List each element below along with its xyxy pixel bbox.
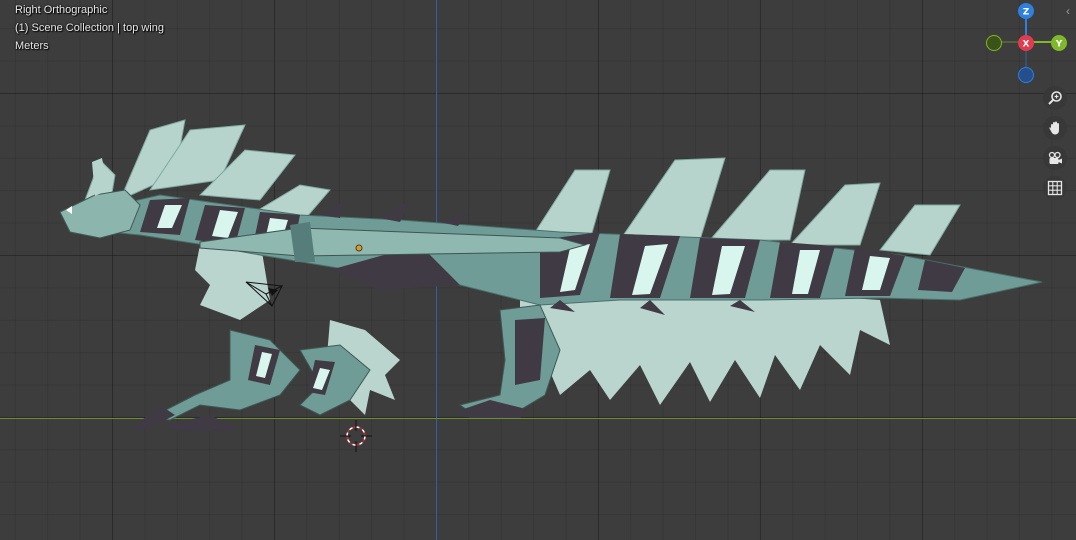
camera-object[interactable]	[242, 276, 286, 310]
gizmo-z-label: Z	[1023, 8, 1030, 18]
dragon-model[interactable]	[0, 0, 1076, 540]
collection-label: (1) Scene Collection | top wing	[15, 22, 164, 34]
gizmo-x-label: X	[1023, 40, 1030, 50]
pan-button[interactable]	[1043, 116, 1067, 140]
zoom-button[interactable]	[1043, 86, 1067, 110]
grid-icon	[1047, 180, 1063, 196]
grid-view-button[interactable]	[1043, 176, 1067, 200]
object-origin-dot[interactable]	[355, 244, 363, 252]
hand-icon	[1049, 121, 1059, 135]
camera-view-button[interactable]	[1043, 146, 1067, 170]
gizmo-neg-z-handle[interactable]	[1018, 67, 1034, 83]
gizmo-y-label: Y	[1055, 40, 1063, 50]
zoom-magnifier-icon	[1048, 91, 1062, 105]
navigation-gizmo[interactable]: Z Y X	[980, 0, 1076, 90]
view-name-label: Right Orthographic	[15, 4, 108, 16]
3d-cursor-icon[interactable]	[340, 420, 372, 452]
gizmo-neg-y-handle[interactable]	[986, 35, 1002, 51]
3d-viewport[interactable]	[0, 0, 1076, 540]
camera-icon	[1048, 151, 1062, 164]
units-label: Meters	[15, 40, 49, 52]
chevron-left-icon[interactable]: ‹	[1066, 4, 1076, 18]
